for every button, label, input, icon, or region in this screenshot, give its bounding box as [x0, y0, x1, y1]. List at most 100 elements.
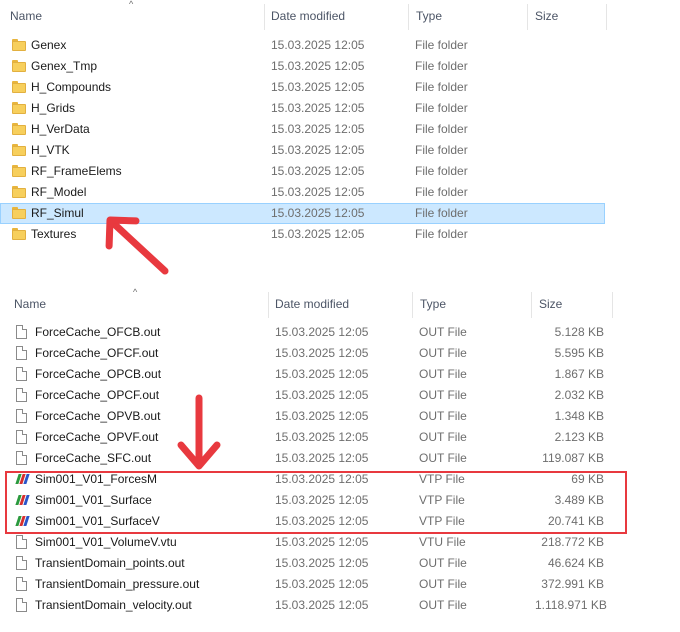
- file-row[interactable]: ForceCache_OPCB.out 15.03.2025 12:05 OUT F…: [0, 364, 612, 385]
- file-icon-shape: [16, 325, 27, 339]
- file-icon: [16, 430, 27, 444]
- date-modified: 15.03.2025 12:05: [275, 556, 369, 570]
- date-modified: 15.03.2025 12:05: [275, 388, 369, 402]
- folder-icon: [12, 102, 26, 114]
- folder-row[interactable]: H_Compounds 15.03.2025 12:05 File folder: [0, 77, 605, 98]
- file-list-pane: ^ Name Date modified Type Size ForceCach…: [0, 287, 680, 612]
- file-type: File folder: [415, 80, 468, 94]
- file-name: ForceCache_OPCB.out: [35, 367, 162, 381]
- date-modified: 15.03.2025 12:05: [271, 206, 365, 220]
- file-icon: [16, 346, 27, 360]
- date-modified: 15.03.2025 12:05: [275, 346, 369, 360]
- column-divider[interactable]: [612, 292, 613, 318]
- file-row[interactable]: ForceCache_OPVB.out 15.03.2025 12:05 OUT F…: [0, 406, 612, 427]
- column-header-date-modified[interactable]: Date modified: [271, 9, 345, 23]
- folder-icon: [12, 123, 26, 135]
- file-type: OUT File: [419, 556, 467, 570]
- file-row[interactable]: ForceCache_OFCB.out 15.03.2025 12:05 OUT F…: [0, 322, 612, 343]
- file-type: File folder: [415, 164, 468, 178]
- folder-row[interactable]: H_VTK 15.03.2025 12:05 File folder: [0, 140, 605, 161]
- folder-icon: [12, 207, 26, 219]
- folder-name: RF_Simul: [31, 206, 84, 220]
- folder-icon-shape: [12, 60, 26, 72]
- file-icon-shape: [16, 430, 27, 444]
- folder-icon-shape: [12, 123, 26, 135]
- file-icon: [16, 598, 27, 612]
- folder-row[interactable]: H_VerData 15.03.2025 12:05 File folder: [0, 119, 605, 140]
- file-size: 1.118.971 KB: [535, 598, 607, 612]
- file-row[interactable]: ForceCache_OPCF.out 15.03.2025 12:05 OUT F…: [0, 385, 612, 406]
- file-name: ForceCache_OFCF.out: [35, 346, 159, 360]
- column-header-date-modified[interactable]: Date modified: [275, 297, 349, 311]
- file-row[interactable]: TransientDomain_points.out 15.03.2025 12:…: [0, 553, 612, 574]
- column-divider[interactable]: [606, 4, 607, 30]
- file-name: ForceCache_OPVB.out: [35, 409, 161, 423]
- column-divider[interactable]: [268, 292, 269, 318]
- column-header-type[interactable]: Type: [416, 9, 442, 23]
- file-icon-shape: [16, 346, 27, 360]
- file-icon-shape: [16, 556, 27, 570]
- folder-name: H_Compounds: [31, 80, 112, 94]
- file-icon: [16, 451, 27, 465]
- date-modified: 15.03.2025 12:05: [275, 451, 369, 465]
- folder-icon-shape: [12, 228, 26, 240]
- file-icon-shape: [16, 388, 27, 402]
- folder-icon-shape: [12, 165, 26, 177]
- file-row[interactable]: ForceCache_SFC.out 15.03.2025 12:05 OUT Fi…: [0, 448, 612, 469]
- file-row[interactable]: Sim001_V01_VolumeV.vtu 15.03.2025 12:05 VT…: [0, 532, 612, 553]
- folder-row[interactable]: H_Grids 15.03.2025 12:05 File folder: [0, 98, 605, 119]
- file-type: File folder: [415, 185, 468, 199]
- file-size: 1.348 KB: [554, 409, 604, 423]
- file-type: VTU File: [419, 535, 466, 549]
- folder-icon: [12, 81, 26, 93]
- column-header-row: ^ Name Date modified Type Size: [0, 0, 680, 34]
- folder-icon-shape: [12, 144, 26, 156]
- column-divider[interactable]: [531, 292, 532, 318]
- folder-row[interactable]: RF_Model 15.03.2025 12:05 File folder: [0, 182, 605, 203]
- file-type: OUT File: [419, 325, 467, 339]
- column-header-name[interactable]: Name: [14, 297, 46, 311]
- vtp-files-highlight-box: [5, 471, 627, 534]
- column-divider[interactable]: [264, 4, 265, 30]
- column-header-type[interactable]: Type: [420, 297, 446, 311]
- file-type: File folder: [415, 227, 468, 241]
- file-icon-shape: [16, 598, 27, 612]
- file-size: 1.867 KB: [554, 367, 604, 381]
- date-modified: 15.03.2025 12:05: [271, 185, 365, 199]
- file-icon-shape: [16, 451, 27, 465]
- file-type: File folder: [415, 101, 468, 115]
- column-divider[interactable]: [527, 4, 528, 30]
- file-size: 119.087 KB: [542, 451, 604, 465]
- folder-row[interactable]: RF_Simul 15.03.2025 12:05 File folder: [0, 203, 605, 224]
- folder-icon-shape: [12, 207, 26, 219]
- column-divider[interactable]: [408, 4, 409, 30]
- date-modified: 15.03.2025 12:05: [271, 143, 365, 157]
- folder-name: Textures: [31, 227, 77, 241]
- folder-icon-shape: [12, 102, 26, 114]
- folder-row[interactable]: Textures 15.03.2025 12:05 File folder: [0, 224, 605, 245]
- file-row[interactable]: ForceCache_OPVF.out 15.03.2025 12:05 OUT F…: [0, 427, 612, 448]
- date-modified: 15.03.2025 12:05: [275, 409, 369, 423]
- date-modified: 15.03.2025 12:05: [275, 325, 369, 339]
- folder-name: H_VTK: [31, 143, 70, 157]
- column-header-size[interactable]: Size: [535, 9, 558, 23]
- file-name: ForceCache_SFC.out: [35, 451, 152, 465]
- file-row[interactable]: TransientDomain_velocity.out 15.03.2025 1…: [0, 595, 612, 616]
- file-type: OUT File: [419, 430, 467, 444]
- folder-row[interactable]: Genex 15.03.2025 12:05 File folder: [0, 35, 605, 56]
- file-icon: [16, 409, 27, 423]
- file-size: 218.772 KB: [541, 535, 604, 549]
- file-icon: [16, 388, 27, 402]
- column-header-name[interactable]: Name: [10, 9, 42, 23]
- file-icon-shape: [16, 577, 27, 591]
- file-name: TransientDomain_points.out: [35, 556, 185, 570]
- column-divider[interactable]: [412, 292, 413, 318]
- folder-row[interactable]: RF_FrameElems 15.03.2025 12:05 File folder: [0, 161, 605, 182]
- column-header-size[interactable]: Size: [539, 297, 562, 311]
- date-modified: 15.03.2025 12:05: [275, 430, 369, 444]
- file-size: 372.991 KB: [541, 577, 604, 591]
- date-modified: 15.03.2025 12:05: [271, 59, 365, 73]
- file-row[interactable]: ForceCache_OFCF.out 15.03.2025 12:05 OUT F…: [0, 343, 612, 364]
- folder-row[interactable]: Genex_Tmp 15.03.2025 12:05 File folder: [0, 56, 605, 77]
- file-row[interactable]: TransientDomain_pressure.out 15.03.2025 1…: [0, 574, 612, 595]
